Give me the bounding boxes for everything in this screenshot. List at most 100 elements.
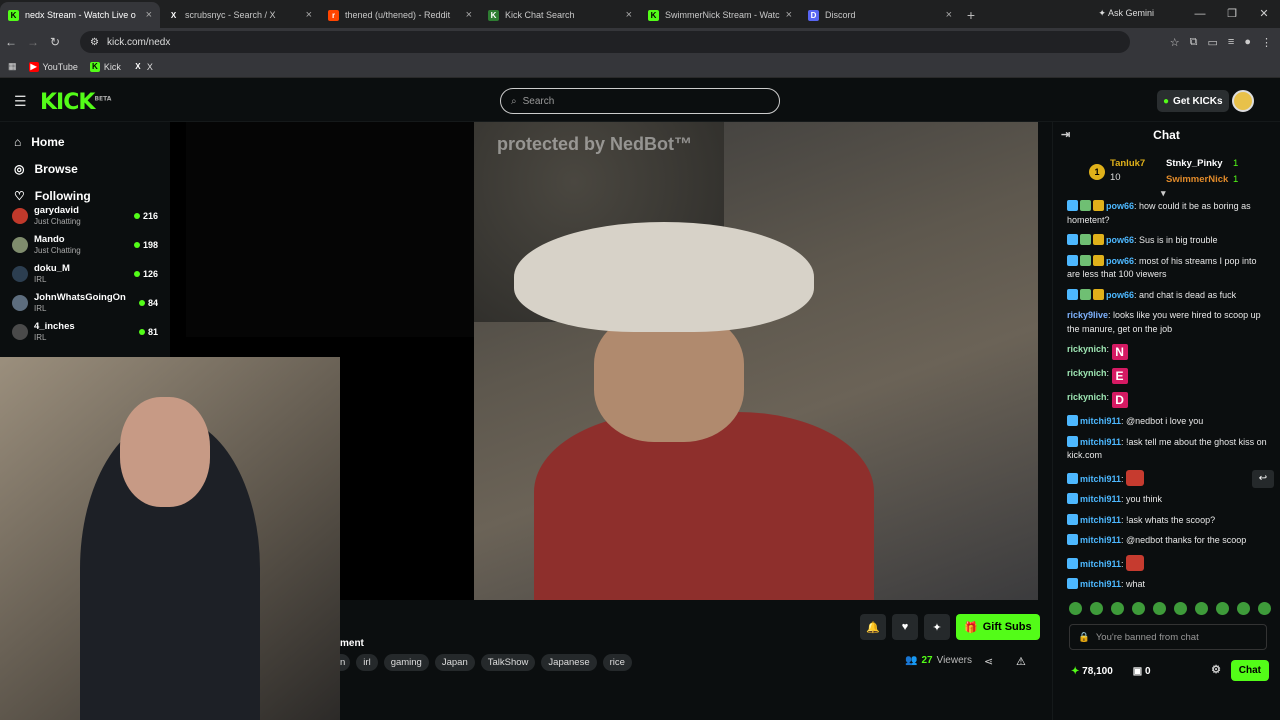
stream-tag[interactable]: Japanese [541,654,597,671]
minimize-icon[interactable]: — [1184,0,1216,28]
emote-icon[interactable] [1258,602,1271,615]
close-tab-icon[interactable]: × [626,9,632,21]
chat-message: rickynich: E [1067,367,1270,384]
chat-username[interactable]: pow66 [1106,290,1134,300]
chat-username[interactable]: rickynich [1067,368,1107,378]
bookmark-kick[interactable]: K Kick [89,61,121,72]
emote-icon[interactable] [1090,602,1103,615]
emote-icon[interactable] [1237,602,1250,615]
emote-icon[interactable] [1111,602,1124,615]
stream-tag[interactable]: TalkShow [480,654,536,671]
followed-channel[interactable]: Mando Just Chatting 198 [0,230,170,259]
chat-username[interactable]: mitchi911 [1080,437,1121,447]
chat-username[interactable]: pow66 [1106,235,1134,245]
channel-points[interactable]: ▣ 0 [1133,666,1151,677]
chat-username[interactable]: mitchi911 [1080,559,1121,569]
report-icon[interactable]: ⚠ [1016,655,1026,668]
browser-tab[interactable]: r thened (u/thened) - Reddit × [320,2,480,28]
sidebar-nav-home[interactable]: ⌂ Home [0,128,170,155]
ask-gemini-button[interactable]: ✦ Ask Gemini [1092,5,1160,22]
reload-icon[interactable]: ↻ [44,35,66,49]
get-kicks-button[interactable]: ● Get KICKs [1157,90,1229,112]
stream-tag[interactable]: gaming [383,654,429,671]
close-tab-icon[interactable]: × [146,9,152,21]
emote-icon[interactable] [1216,602,1229,615]
browser-tab[interactable]: K Kick Chat Search × [480,2,640,28]
kick-logo[interactable]: KICKBETA [40,90,111,115]
bookmark-youtube[interactable]: ▶ YouTube [28,61,78,72]
gift-subs-button[interactable]: 🎁 Gift Subs [956,614,1040,640]
site-info-icon[interactable]: ⚙ [90,37,99,48]
stream-tag[interactable]: n [340,654,351,671]
send-chat-button[interactable]: Chat [1230,660,1269,681]
expand-leaderboard-icon[interactable]: ▾ [1161,188,1166,199]
chat-username[interactable]: mitchi911 [1080,535,1121,545]
leader-third-name[interactable]: SwimmerNick [1166,174,1228,185]
close-window-icon[interactable]: ✕ [1248,0,1280,28]
sparkle-icon[interactable]: ✦ [924,614,950,640]
chat-username[interactable]: pow66 [1106,256,1134,266]
chat-username[interactable]: mitchi911 [1080,474,1121,484]
share-icon[interactable]: ⋖ [984,655,993,668]
emote-icon[interactable] [1153,602,1166,615]
emote-icon[interactable] [1069,602,1082,615]
chat-username[interactable]: mitchi911 [1080,515,1121,525]
chat-username[interactable]: rickynich [1067,344,1107,354]
chat-username[interactable]: rickynich [1067,392,1107,402]
bookmark-x[interactable]: XX [133,62,153,72]
followed-channel[interactable]: doku_M IRL 126 [0,259,170,288]
extensions-icon[interactable]: ⧉ [1190,36,1198,49]
followed-channel[interactable]: 4_inches IRL 81 [0,317,170,346]
chat-message: mitchi911: what [1067,578,1270,592]
emote-icon[interactable] [1174,602,1187,615]
moderator-badge-icon [1067,435,1078,447]
chat-username[interactable]: ricky9live [1067,310,1108,320]
kicks-balance[interactable]: ✦ 78,100 [1071,666,1113,677]
category-label[interactable]: ment [340,638,364,649]
apps-grid-icon[interactable]: ▦ [8,61,17,72]
close-tab-icon[interactable]: × [466,9,472,21]
browser-tab[interactable]: K SwimmerNick Stream - Watch L × [640,2,800,28]
followed-channel[interactable]: JohnWhatsGoingOn IRL 84 [0,288,170,317]
browser-tab[interactable]: Xscrubsnyc - Search / X × [160,2,320,28]
stream-tag[interactable]: rice [602,654,632,671]
chat-message: pow66: most of his streams I pop into ar… [1067,254,1270,282]
bookmark-star-icon[interactable]: ☆ [1170,36,1180,49]
collapse-chat-icon[interactable]: ⇥ [1061,128,1070,141]
chat-username[interactable]: mitchi911 [1080,579,1121,589]
browser-tab[interactable]: Knedx Stream - Watch Live o × [0,2,160,28]
followed-channel[interactable]: garydavid Just Chatting 216 [0,201,170,230]
close-tab-icon[interactable]: × [786,9,792,21]
maximize-icon[interactable]: ❐ [1216,0,1248,28]
close-tab-icon[interactable]: × [306,9,312,21]
emote-icon[interactable] [1132,602,1145,615]
close-tab-icon[interactable]: × [946,9,952,21]
settings-gear-icon[interactable]: ⚙ [1211,663,1221,676]
chat-username[interactable]: pow66 [1106,201,1134,211]
address-bar[interactable]: ⚙ kick.com/nedx [80,31,1130,53]
user-avatar[interactable] [1232,90,1254,112]
stream-tag[interactable]: Japan [434,654,475,671]
notification-bell-icon[interactable]: 🔔 [860,614,886,640]
back-icon[interactable]: ← [0,35,22,49]
leader-second-name[interactable]: Stnky_Pinky [1166,158,1223,169]
forward-icon[interactable]: → [22,35,44,49]
more-menu-icon[interactable]: ⋮ [1261,36,1272,49]
chat-username[interactable]: mitchi911 [1080,416,1121,426]
cast-icon[interactable]: ▭ [1208,36,1218,49]
chat-username[interactable]: mitchi911 [1080,494,1121,504]
new-tab-button[interactable]: + [960,2,982,28]
reply-icon[interactable]: ↩ [1252,470,1274,488]
stream-tag[interactable]: irl [356,654,378,671]
reading-list-icon[interactable]: ≡ [1228,36,1234,48]
search-input[interactable]: ⌕ Search [500,88,780,114]
browser-tab[interactable]: D Discord × [800,2,960,28]
leader-first-name[interactable]: Tanluk7 [1110,158,1145,169]
channel-viewers: 81 [138,327,158,337]
menu-icon[interactable]: ☰ [14,93,27,110]
sidebar-nav-browse[interactable]: ◎ Browse [0,155,170,182]
chat-text: : [1106,368,1112,378]
emote-icon[interactable] [1195,602,1208,615]
follow-heart-icon[interactable]: ♥ [892,614,918,640]
profile-icon[interactable]: ● [1244,36,1251,48]
